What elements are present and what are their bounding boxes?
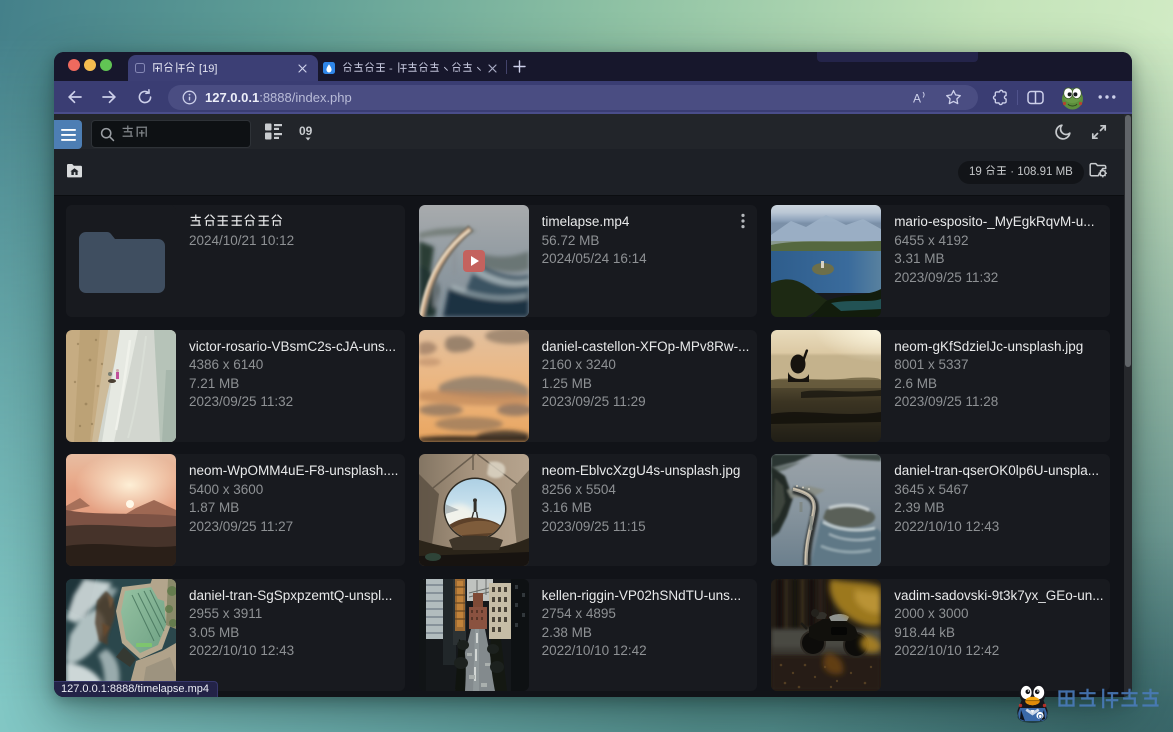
svg-text:09: 09 bbox=[299, 124, 313, 138]
svg-text:Q: Q bbox=[1038, 714, 1043, 721]
svg-text:A: A bbox=[913, 91, 921, 105]
